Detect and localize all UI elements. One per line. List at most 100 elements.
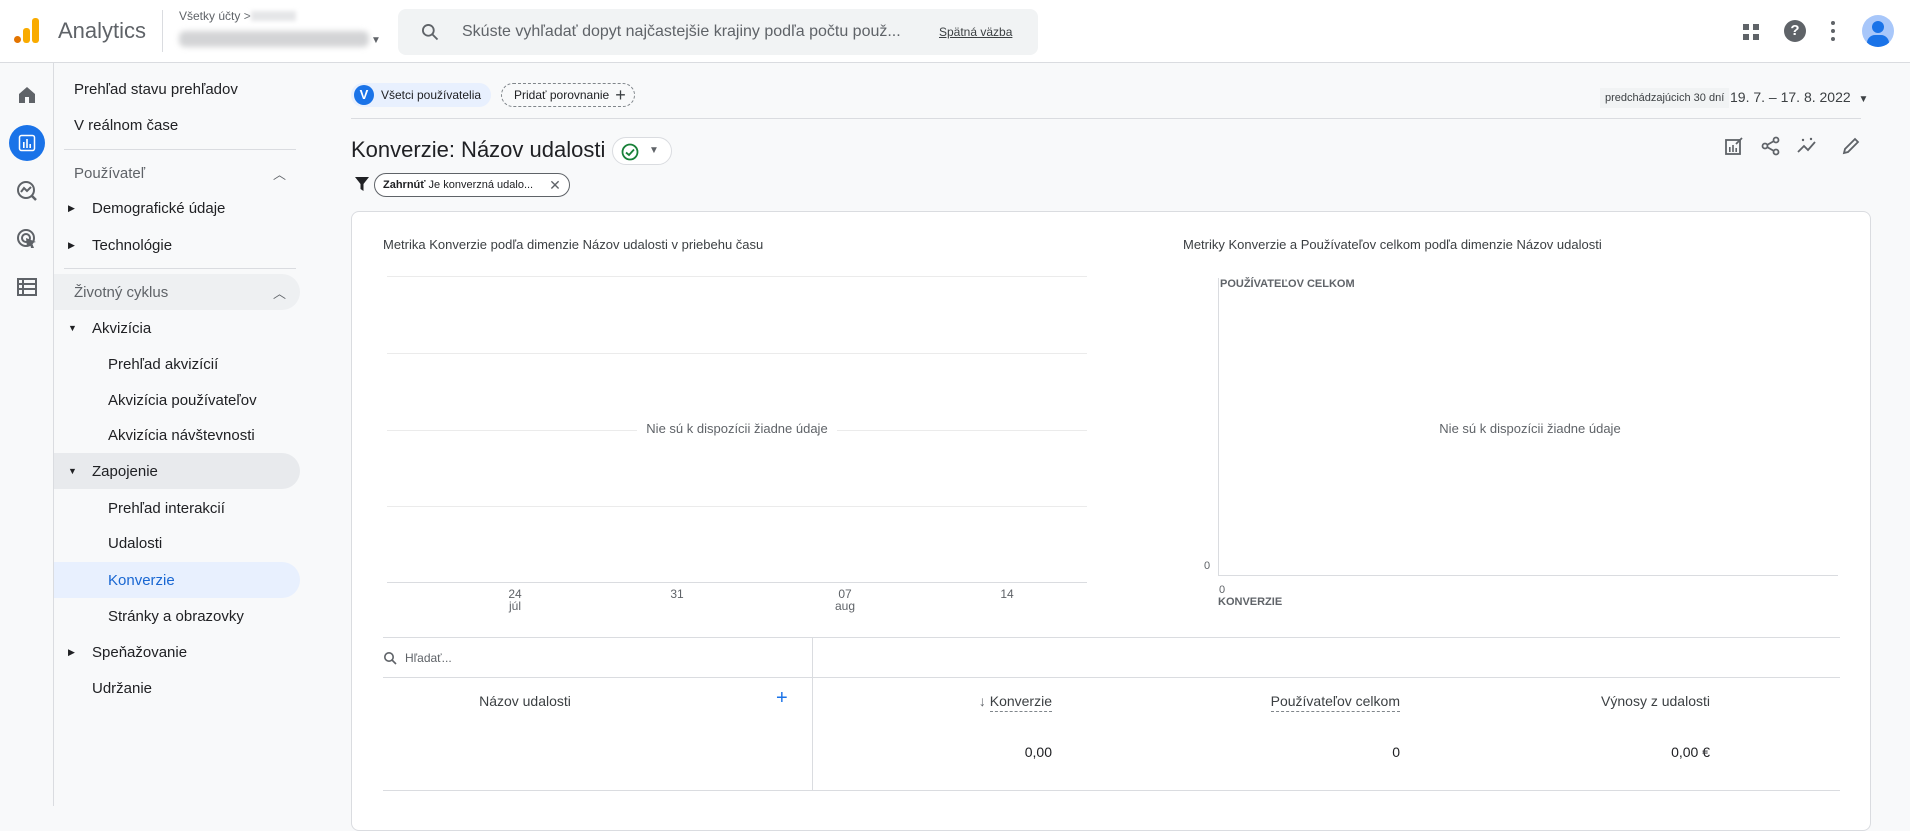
analytics-logo[interactable]	[14, 18, 40, 46]
chevron-up-icon: ︿	[272, 166, 286, 182]
sidebar-item-user-acquisition[interactable]: Akvizícia používateľov	[54, 382, 300, 418]
x-tick-label: 07 aug	[834, 587, 856, 613]
sidebar-item-acquisition[interactable]: ▼ Akvizícia	[54, 310, 300, 346]
add-dimension-icon[interactable]: +	[776, 687, 788, 710]
page-title: Konverzie: Názov udalosti	[351, 137, 606, 162]
feedback-link[interactable]: Spätná väzba	[939, 25, 1012, 39]
sidebar-item-label: Demografické údaje	[92, 199, 226, 217]
y-axis-label: POUŽÍVATEĽOV CELKOM	[1220, 278, 1355, 290]
x-tick-label: 24 júl	[508, 587, 522, 613]
x-tick-label: 14	[1000, 587, 1014, 601]
sidebar-section-lifecycle[interactable]: Životný cyklus ︿	[54, 274, 300, 310]
search-bar[interactable]: Skúste vyhľadať dopyt najčastejšie kraji…	[398, 9, 1038, 55]
configure-icon[interactable]	[9, 269, 45, 305]
sidebar-item-label: Prehľad stavu prehľadov	[74, 80, 238, 98]
total-revenue: 0,00 €	[1671, 744, 1710, 760]
edit-icon[interactable]	[1837, 132, 1865, 160]
caret-right-icon: ▶	[68, 239, 75, 250]
sidebar-item-realtime[interactable]: V reálnom čase	[54, 107, 300, 143]
sidebar-item-conversions[interactable]: Konverzie	[54, 562, 300, 598]
date-preset[interactable]: predchádzajúcich 30 dní	[1600, 88, 1730, 108]
check-circle-icon	[621, 143, 639, 161]
account-picker[interactable]: Všetky účty > ▼	[179, 9, 384, 55]
sidebar-item-pages-screens[interactable]: Stránky a obrazovky	[54, 598, 300, 634]
sort-arrow-down-icon: ↓	[978, 693, 990, 709]
blurred-account	[251, 11, 296, 21]
avatar[interactable]	[1862, 15, 1894, 47]
report-status-dropdown[interactable]: ▼	[612, 137, 672, 165]
more-vert-icon[interactable]	[1830, 19, 1836, 43]
segment-chip[interactable]: V Všetci používatelia	[351, 83, 492, 107]
empty-state-message: Nie sú k dispozícii žiadne údaje	[1439, 421, 1621, 436]
sidebar-item-acquisition-overview[interactable]: Prehľad akvizícií	[54, 346, 300, 382]
divider	[383, 677, 1840, 678]
caret-right-icon: ▶	[68, 202, 75, 213]
date-range-picker[interactable]: 19. 7. – 17. 8. 2022 ▼	[1730, 89, 1868, 105]
column-header-total-users[interactable]: Používateľov celkom	[1270, 693, 1400, 712]
sidebar-item-engagement[interactable]: ▼ Zapojenie	[54, 453, 300, 489]
nav-rail	[0, 63, 54, 806]
filter-chip[interactable]: Zahrnúť Je konverzná udalo... ✕	[374, 173, 570, 197]
customize-report-icon[interactable]	[1720, 132, 1748, 160]
sidebar-item-label: Konverzie	[108, 571, 175, 589]
x-tick-label: 31	[670, 587, 684, 601]
column-header-event-revenue[interactable]: Výnosy z udalosti	[1601, 693, 1710, 709]
caret-down-icon: ▼	[649, 145, 659, 156]
total-users: 0	[1392, 744, 1400, 760]
dimension-header[interactable]: Názov udalosti	[425, 693, 625, 709]
advertising-icon[interactable]	[9, 221, 45, 257]
chevron-up-icon: ︿	[272, 285, 286, 301]
sidebar-item-label: Udržanie	[92, 679, 153, 697]
help-icon[interactable]: ?	[1784, 20, 1806, 42]
sidebar-item-label: Udalosti	[108, 534, 163, 552]
caret-down-icon: ▼	[68, 323, 77, 333]
plus-icon: +	[615, 85, 626, 105]
sidebar-item-label: Zapojenie	[92, 462, 158, 480]
insights-icon[interactable]	[1793, 132, 1821, 160]
gridline	[387, 353, 1087, 354]
sidebar-item-retention[interactable]: Udržanie	[54, 670, 300, 706]
table-search-input[interactable]: Hľadať...	[383, 645, 803, 671]
filter-label: Zahrnúť	[383, 179, 426, 191]
divider	[383, 637, 1840, 638]
sidebar-section-user[interactable]: Používateľ ︿	[54, 155, 300, 191]
column-divider	[812, 637, 813, 791]
sidebar-item-reports-snapshot[interactable]: Prehľad stavu prehľadov	[54, 71, 300, 107]
date-range-label: 19. 7. – 17. 8. 2022	[1730, 89, 1851, 105]
sidebar-item-label: Prehľad interakcií	[108, 499, 225, 517]
sidebar-item-engagement-overview[interactable]: Prehľad interakcií	[54, 490, 300, 526]
explore-icon[interactable]	[9, 173, 45, 209]
search-icon	[384, 652, 397, 665]
sidebar-item-label: Stránky a obrazovky	[108, 607, 244, 625]
share-icon[interactable]	[1757, 132, 1785, 160]
account-breadcrumb: Všetky účty >	[179, 9, 251, 23]
sidebar-item-traffic-acquisition[interactable]: Akvizícia návštevnosti	[54, 417, 300, 453]
column-header-label: Výnosy z udalosti	[1601, 693, 1710, 709]
y-tick-label: 0	[1204, 560, 1211, 572]
sidebar-item-events[interactable]: Udalosti	[54, 525, 300, 561]
sidebar-item-label: Speňažovanie	[92, 643, 188, 661]
divider	[383, 790, 1840, 791]
top-bar: Analytics Všetky účty > ▼ Skúste vyhľada…	[0, 0, 1910, 63]
caret-down-icon: ▼	[1858, 94, 1869, 105]
sidebar-item-demographics[interactable]: ▶ Demografické údaje	[54, 190, 300, 226]
segment-badge: V	[354, 85, 374, 105]
segment-label: Všetci používatelia	[381, 88, 482, 102]
divider	[64, 149, 296, 150]
x-tick-label: 0	[1219, 584, 1226, 596]
close-icon[interactable]: ✕	[549, 177, 561, 194]
sidebar-item-technology[interactable]: ▶ Technológie	[54, 227, 300, 263]
sidebar-item-monetization[interactable]: ▶ Speňažovanie	[54, 634, 300, 670]
sidebar-item-label: Používateľ	[74, 164, 146, 182]
add-comparison-button[interactable]: Pridať porovnanie +	[501, 83, 635, 107]
column-header-conversions[interactable]: ↓ Konverzie	[978, 693, 1052, 712]
apps-grid-icon[interactable]	[1741, 22, 1761, 42]
sidebar: Prehľad stavu prehľadov V reálnom čase P…	[54, 63, 302, 806]
home-icon[interactable]	[9, 77, 45, 113]
line-chart: Nie sú k dispozícii žiadne údaje 24 júl 3…	[387, 270, 1087, 613]
reports-icon[interactable]	[9, 125, 45, 161]
blurred-property-name	[179, 31, 369, 47]
caret-right-icon: ▶	[68, 646, 75, 657]
divider	[351, 118, 1861, 119]
x-axis-line	[1218, 575, 1838, 576]
